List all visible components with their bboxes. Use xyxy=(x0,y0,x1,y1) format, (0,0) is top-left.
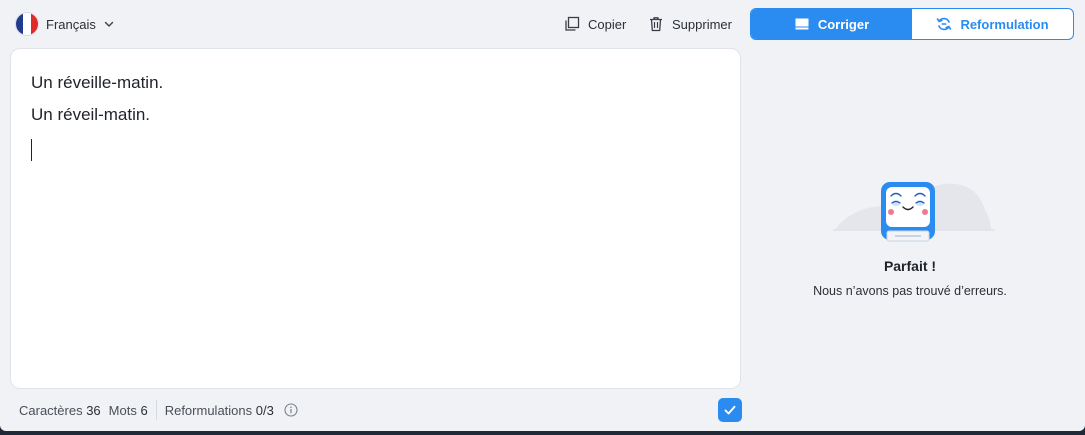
trash-icon xyxy=(650,17,662,32)
editor-line: Un réveil-matin. xyxy=(31,105,151,124)
french-flag-icon xyxy=(16,13,38,35)
app-window: Français Copier Supprimer Corriger Refor… xyxy=(0,0,1085,431)
copy-button[interactable]: Copier xyxy=(564,12,626,36)
editor-line: Un réveille-matin. xyxy=(31,73,164,92)
editor-footer: Caractères 36 Mots 6 Reformulations 0/3 xyxy=(19,399,298,421)
chevron-down-icon xyxy=(104,21,114,27)
mode-switch: Corriger Reformulation xyxy=(750,8,1074,40)
copy-icon xyxy=(565,16,580,31)
language-selector[interactable]: Français xyxy=(16,12,114,36)
correct-mode-button[interactable]: Corriger xyxy=(751,9,912,39)
monitor-icon xyxy=(795,18,809,30)
word-count: Mots 6 xyxy=(109,403,148,418)
result-panel: Parfait ! Nous n’avons pas trouvé d’erre… xyxy=(742,170,1078,298)
text-caret xyxy=(31,139,32,161)
word-count-value: 6 xyxy=(140,402,148,418)
check-button[interactable] xyxy=(718,398,742,422)
divider xyxy=(155,400,157,420)
correct-mode-label: Corriger xyxy=(817,16,870,32)
text-editor[interactable]: Un réveille-matin. Un réveil-matin. xyxy=(10,48,741,389)
char-count-value: 36 xyxy=(86,402,101,418)
word-count-label: Mots xyxy=(108,402,137,418)
reformulation-mode-button[interactable]: Reformulation xyxy=(912,9,1073,39)
delete-button[interactable]: Supprimer xyxy=(648,12,732,36)
info-icon[interactable] xyxy=(284,403,298,417)
happy-mascot-icon xyxy=(833,182,995,242)
reformulation-count: Reformulations 0/3 xyxy=(165,403,274,418)
result-title: Parfait ! xyxy=(883,258,937,274)
copy-label: Copier xyxy=(588,16,627,32)
char-count-label: Caractères xyxy=(19,402,83,418)
refresh-icon xyxy=(937,17,952,31)
delete-label: Supprimer xyxy=(672,16,732,32)
char-count: Caractères 36 xyxy=(19,403,101,418)
reformulation-count-label: Reformulations xyxy=(164,402,253,418)
reformulation-count-value: 0/3 xyxy=(255,402,274,418)
reformulation-mode-label: Reformulation xyxy=(960,16,1049,32)
checkmark-icon xyxy=(724,405,736,415)
result-subtitle: Nous n’avons pas trouvé d’erreurs. xyxy=(813,284,1007,298)
language-label: Français xyxy=(46,16,96,32)
